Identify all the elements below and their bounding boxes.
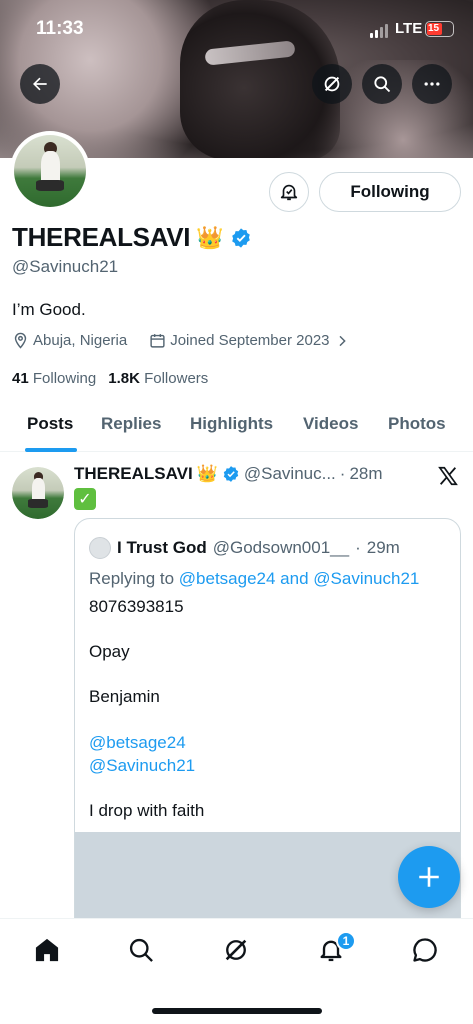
location-icon <box>14 332 27 349</box>
separator-dot: · <box>339 464 346 483</box>
quote-text-line: Opay <box>89 642 130 661</box>
quote-text-line: Benjamin <box>89 687 160 706</box>
quote-author-handle[interactable]: @Godsown001__ <box>213 538 349 558</box>
grok-icon <box>324 76 340 92</box>
post-time[interactable]: 28m <box>349 464 382 484</box>
separator-dot: · <box>355 538 361 557</box>
profile-handle: @Savinuch21 <box>12 257 119 276</box>
quote-text-line: 8076393815 <box>89 597 184 616</box>
message-icon <box>413 938 437 962</box>
signal-icon <box>370 24 388 38</box>
profile-bio: I’m Good. <box>12 300 86 319</box>
nav-home[interactable] <box>32 935 62 965</box>
grok-icon <box>225 939 247 961</box>
tab-highlights[interactable]: Highlights <box>190 414 273 434</box>
following-link[interactable]: 41 Following <box>12 370 96 387</box>
chevron-right-icon[interactable] <box>334 333 350 349</box>
check-mark-emoji: ✓ <box>74 488 96 510</box>
display-name: THEREALSAVI <box>12 222 191 252</box>
search-button[interactable] <box>362 64 402 104</box>
mention-link[interactable]: @betsage24 <box>89 733 186 753</box>
nav-grok[interactable] <box>221 935 251 965</box>
quote-author-name[interactable]: I Trust God <box>117 538 207 558</box>
home-indicator <box>152 1008 322 1014</box>
avatar-image <box>12 467 64 519</box>
quote-time: 29m <box>366 538 400 557</box>
x-logo-icon[interactable] <box>437 465 459 492</box>
more-icon <box>424 82 440 86</box>
profile-joined: Joined September 2023 <box>170 332 330 349</box>
avatar-image <box>14 135 86 207</box>
network-label: LTE <box>395 20 423 37</box>
profile-location: Abuja, Nigeria <box>33 332 128 349</box>
bell-check-icon <box>280 184 298 201</box>
following-button[interactable]: Following <box>319 172 461 212</box>
profile-name-row: THEREALSAVI 👑 <box>12 222 252 253</box>
active-tab-indicator <box>25 448 77 452</box>
mention-link[interactable]: @Savinuch21 <box>89 756 195 776</box>
notify-button[interactable] <box>269 172 309 212</box>
tab-photos[interactable]: Photos <box>388 414 446 434</box>
back-arrow-icon <box>33 77 47 91</box>
tab-posts[interactable]: Posts <box>27 414 73 434</box>
search-icon <box>129 938 153 962</box>
calendar-icon <box>150 334 165 348</box>
post-avatar[interactable] <box>12 467 64 519</box>
tab-videos[interactable]: Videos <box>303 414 358 434</box>
crown-emoji: 👑 <box>196 464 218 483</box>
quote-header: I Trust God @Godsown001__ · 29m <box>89 537 400 559</box>
nav-search[interactable] <box>126 935 156 965</box>
notifications-badge: 1 <box>336 931 356 951</box>
battery-level: 15 <box>427 23 442 35</box>
post-author-name[interactable]: THEREALSAVI <box>74 464 193 484</box>
status-time: 11:33 <box>36 18 84 39</box>
status-bar: 11:33 LTE 15 <box>0 0 473 54</box>
compose-button[interactable] <box>398 846 460 908</box>
post-header: THEREALSAVI 👑 @Savinuc... · 28m <box>74 464 383 484</box>
profile-meta: Abuja, Nigeria Joined September 2023 <box>12 332 350 349</box>
quote-text-line: I drop with faith <box>89 801 205 820</box>
back-button[interactable] <box>20 64 60 104</box>
verified-badge-icon <box>223 466 239 482</box>
battery-icon: 15 <box>425 21 454 37</box>
quote-avatar[interactable] <box>89 537 111 559</box>
home-icon <box>35 938 59 962</box>
replying-to: Replying to @betsage24 and @Savinuch21 <box>89 569 420 588</box>
tab-replies[interactable]: Replies <box>101 414 161 434</box>
profile-avatar[interactable] <box>10 131 90 211</box>
plus-icon <box>419 867 439 887</box>
profile-tabs: Posts Replies Highlights Videos Photos <box>0 400 473 452</box>
post-author-handle[interactable]: @Savinuc... <box>244 464 336 484</box>
search-icon <box>374 76 391 93</box>
grok-button[interactable] <box>312 64 352 104</box>
crown-emoji: 👑 <box>196 224 224 250</box>
replying-user-link[interactable]: @betsage24 <box>179 569 276 588</box>
follow-stats: 41 Following 1.8K Followers <box>12 370 208 387</box>
followers-link[interactable]: 1.8K Followers <box>108 370 208 387</box>
more-button[interactable] <box>412 64 452 104</box>
verified-badge-icon <box>231 227 250 248</box>
nav-messages[interactable] <box>410 935 440 965</box>
replying-user-link[interactable]: @Savinuch21 <box>313 569 419 588</box>
